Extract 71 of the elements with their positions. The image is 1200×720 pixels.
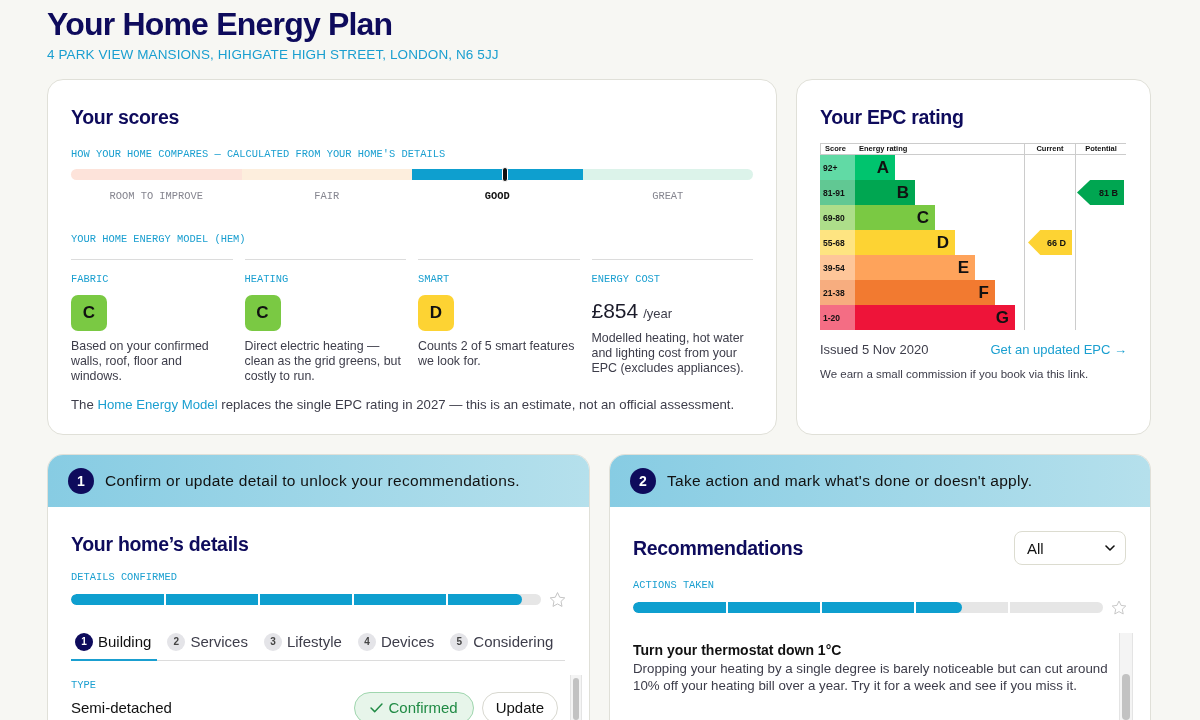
tab[interactable]: 2 Services <box>163 626 254 661</box>
score-cell: 55-68 <box>820 230 855 255</box>
grade-badge: C <box>244 295 281 331</box>
update-button[interactable]: Update <box>481 691 558 720</box>
tab[interactable]: 1 Building <box>71 626 158 661</box>
scale-label: GREAT <box>652 190 684 202</box>
rating-bar: C <box>855 205 935 230</box>
panel-title: Your home’s details <box>71 532 249 556</box>
check-icon <box>369 702 383 713</box>
score-cell: 81-91 <box>820 180 855 205</box>
progress-label: DETAILS CONFIRMED <box>71 571 177 583</box>
rating-bar: B <box>855 180 915 205</box>
rating-bar: D <box>855 230 955 255</box>
field-value: Semi-detached <box>71 698 172 717</box>
footnote-text: The Home Energy Model replaces the single EPC rating in 2027 — this is an estimate, not an official assessment. <box>71 396 736 414</box>
metric-description: Direct electric heating — clean as the grid greens, but costly to run. <box>244 339 402 384</box>
metric-description: Modelled heating, hot water and lighting cost from your EPC (excludes appliances). <box>591 331 745 376</box>
grade-badge: D <box>418 295 454 331</box>
scrollbar[interactable] <box>1119 632 1133 720</box>
score-cell: 21-38 <box>820 280 855 305</box>
step-instruction: Take action and mark what's done or doesn't apply. <box>667 472 1033 490</box>
step-number: 1 <box>68 468 94 494</box>
tab[interactable]: 5 Considering <box>446 626 560 661</box>
tab-number: 3 <box>263 633 282 651</box>
recommendation-title: Turn your thermostat down 1°C <box>633 641 842 658</box>
section-label: HOW YOUR HOME COMPARES — CALCULATED FROM YOUR HOME'S DETAILS <box>71 148 446 160</box>
metric-label: FABRIC <box>71 273 109 285</box>
issued-date: Issued 5 Nov 2020 <box>820 341 929 359</box>
tab[interactable]: 4 Devices <box>353 626 441 661</box>
metric-label: ENERGY COST <box>591 273 661 285</box>
page-title: Your Home Energy Plan <box>47 6 393 42</box>
recommendation-description: Dropping your heating by a single degree is barely noticeable but can cut around 10% off your heating bill over a year. Try it for a week and see if you miss it. <box>633 659 1109 694</box>
field-label: TYPE <box>71 679 96 691</box>
filter-dropdown[interactable]: All <box>1014 531 1126 565</box>
scale-label: ROOM TO IMPROVE <box>109 190 203 202</box>
metric-label: SMART <box>418 273 450 285</box>
scrollbar[interactable] <box>570 675 582 720</box>
cost-unit: /year <box>643 306 673 321</box>
chevron-icon <box>1105 545 1115 551</box>
star-icon <box>1112 600 1126 615</box>
rating-bar: A <box>855 155 895 180</box>
tab-number: 1 <box>75 633 93 651</box>
progress-label: ACTIONS TAKEN <box>633 579 715 591</box>
rating-bar: E <box>855 255 975 280</box>
metric-label: HEATING <box>244 273 289 285</box>
card-title: Your EPC rating <box>820 105 964 129</box>
score-cell: 92+ <box>820 155 855 180</box>
scale-label: GOOD <box>484 190 510 202</box>
panel-title: Recommendations <box>633 536 803 560</box>
star-icon <box>550 592 565 607</box>
grade-badge: C <box>71 295 107 331</box>
tab[interactable]: 3 Lifestyle <box>259 626 348 661</box>
tab-number: 2 <box>167 633 186 651</box>
score-cell: 1-20 <box>820 305 855 330</box>
metric-description: Counts 2 of 5 smart features we look for. <box>418 339 576 369</box>
tab-number: 5 <box>450 633 469 651</box>
rating-bar: G <box>855 305 1015 330</box>
section-label: YOUR HOME ENERGY MODEL (HEM) <box>71 233 246 245</box>
metric-description: Based on your confirmed walls, roof, floor and windows. <box>71 339 210 384</box>
scale-label: FAIR <box>314 190 340 202</box>
disclaimer-text: We earn a small commission if you book via this link. <box>820 367 1090 382</box>
card-title: Your scores <box>71 105 179 129</box>
score-cell: 39-54 <box>820 255 855 280</box>
step-instruction: Confirm or update detail to unlock your recommendations. <box>105 472 520 490</box>
tab-number: 4 <box>357 633 376 651</box>
confirmed-button[interactable]: Confirmed <box>353 691 474 720</box>
cost-value: £854 <box>591 298 639 324</box>
rating-bar: F <box>855 280 995 305</box>
address-text: 4 PARK VIEW MANSIONS, HIGHGATE HIGH STREET, LONDON, N6 5JJ <box>47 46 499 64</box>
step-number: 2 <box>630 468 656 494</box>
score-cell: 69-80 <box>820 205 855 230</box>
